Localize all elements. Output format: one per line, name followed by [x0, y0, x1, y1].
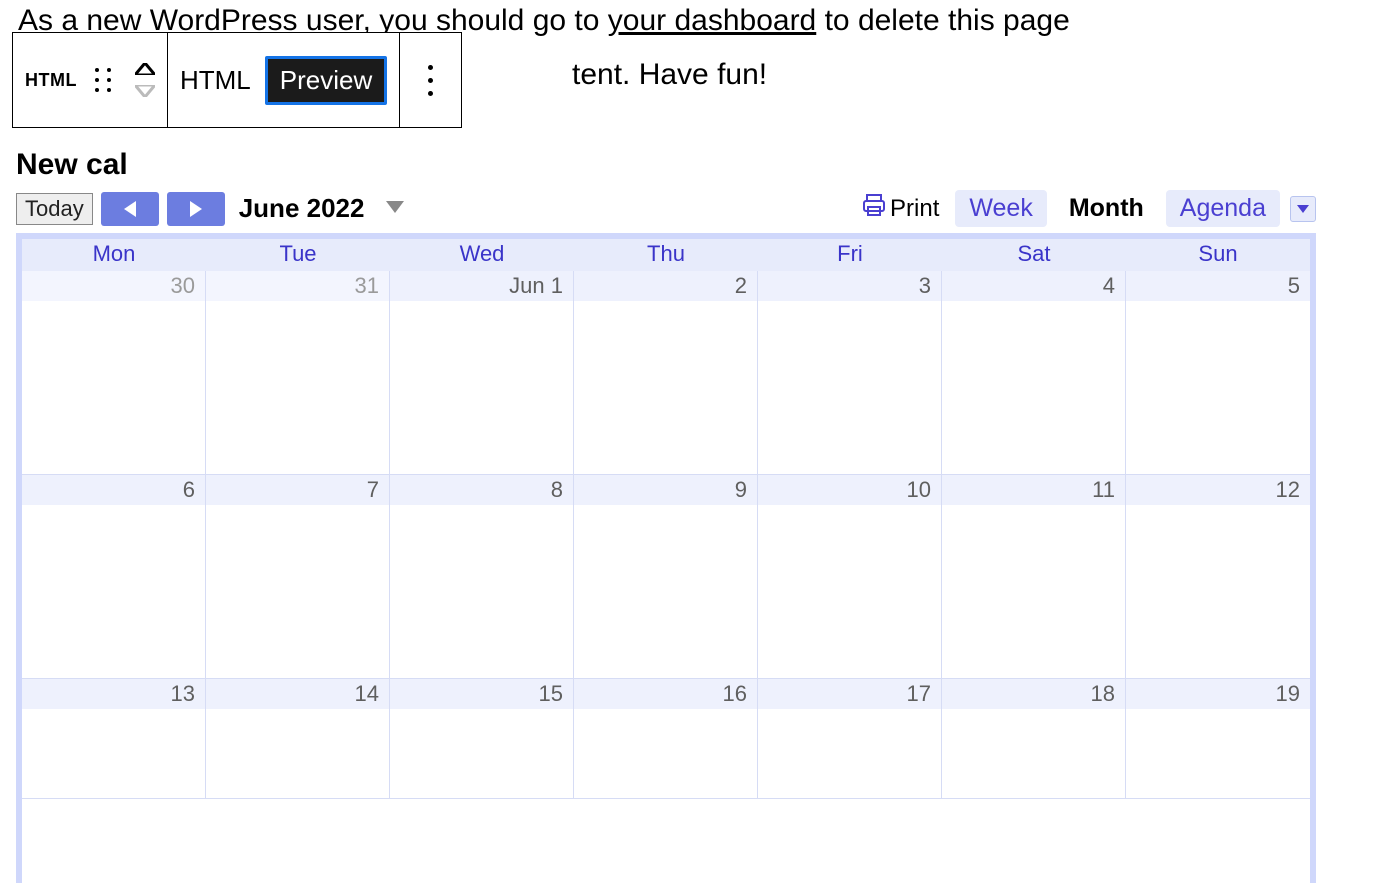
print-label: Print [890, 195, 939, 223]
calendar-grid: Mon Tue Wed Thu Fri Sat Sun 3031Jun 1234… [16, 233, 1316, 883]
date-label: 30 [22, 271, 205, 301]
date-label: 6 [22, 475, 205, 505]
move-up-icon[interactable] [135, 63, 155, 75]
calendar-cell[interactable]: 3 [758, 271, 942, 475]
calendar-cell[interactable]: Jun 1 [390, 271, 574, 475]
calendar-cell[interactable]: 10 [758, 475, 942, 679]
date-label: 5 [1126, 271, 1310, 301]
date-label: 18 [942, 679, 1125, 709]
date-label: 13 [22, 679, 205, 709]
calendar-cell[interactable]: 13 [22, 679, 206, 799]
date-label: 4 [942, 271, 1125, 301]
calendar-cell[interactable]: 2 [574, 271, 758, 475]
block-type-chip[interactable]: HTML [25, 70, 77, 91]
month-year-label: June 2022 [239, 193, 365, 224]
calendar-cell[interactable]: 12 [1126, 475, 1310, 679]
date-label: 16 [574, 679, 757, 709]
intro-text-line2: tent. Have fun! [572, 58, 767, 92]
prev-month-button[interactable] [101, 192, 159, 226]
date-label: 7 [206, 475, 389, 505]
calendar-cell[interactable]: 15 [390, 679, 574, 799]
intro-text-post: to delete this page [816, 4, 1070, 37]
drag-handle-icon[interactable] [95, 68, 111, 92]
date-label: 19 [1126, 679, 1310, 709]
date-label: 9 [574, 475, 757, 505]
day-header: Thu [574, 239, 758, 271]
date-label: 8 [390, 475, 573, 505]
printer-icon [862, 193, 886, 224]
date-label: 15 [390, 679, 573, 709]
date-label: 3 [758, 271, 941, 301]
day-header: Wed [390, 239, 574, 271]
calendar-body: 3031Jun 12345 6789101112 13141516171819 [22, 271, 1310, 883]
next-month-button[interactable] [167, 192, 225, 226]
calendar-cell[interactable]: 5 [1126, 271, 1310, 475]
calendar-cell[interactable]: 4 [942, 271, 1126, 475]
view-agenda-button[interactable]: Agenda [1166, 190, 1280, 227]
move-down-icon[interactable] [135, 85, 155, 97]
day-header: Mon [22, 239, 206, 271]
block-options-segment [400, 33, 461, 127]
block-toolbar: HTML HTML Preview [12, 32, 462, 128]
agenda-dropdown-icon[interactable] [1290, 196, 1316, 222]
calendar-cell[interactable]: 6 [22, 475, 206, 679]
day-header: Tue [206, 239, 390, 271]
calendar-title: New cal [16, 148, 1316, 182]
calendar-cell[interactable]: 30 [22, 271, 206, 475]
date-label: Jun 1 [390, 271, 573, 301]
date-label: 14 [206, 679, 389, 709]
dashboard-link[interactable]: your dashboard [608, 4, 816, 37]
date-label: 2 [574, 271, 757, 301]
today-button[interactable]: Today [16, 193, 93, 225]
day-header: Sat [942, 239, 1126, 271]
calendar-cell[interactable]: 17 [758, 679, 942, 799]
calendar-cell[interactable]: 19 [1126, 679, 1310, 799]
date-label: 31 [206, 271, 389, 301]
calendar-cell[interactable]: 31 [206, 271, 390, 475]
calendar-block: New cal Today June 2022 Print Week Mo [16, 148, 1316, 883]
month-dropdown-icon[interactable] [386, 200, 404, 218]
calendar-controls: Today June 2022 Print Week Month Agenda [16, 190, 1316, 227]
date-label: 12 [1126, 475, 1310, 505]
calendar-cell[interactable]: 16 [574, 679, 758, 799]
more-options-icon[interactable] [412, 65, 449, 96]
calendar-header-row: Mon Tue Wed Thu Fri Sat Sun [22, 239, 1310, 271]
html-mode-button[interactable]: HTML [180, 65, 251, 96]
date-label: 11 [942, 475, 1125, 505]
date-label: 17 [758, 679, 941, 709]
print-button[interactable]: Print [862, 193, 939, 224]
view-month-button[interactable]: Month [1055, 190, 1158, 227]
calendar-cell[interactable]: 7 [206, 475, 390, 679]
preview-mode-button[interactable]: Preview [265, 56, 387, 105]
calendar-cell[interactable]: 18 [942, 679, 1126, 799]
block-mode-segment: HTML Preview [168, 33, 400, 127]
calendar-cell[interactable]: 9 [574, 475, 758, 679]
date-label: 10 [758, 475, 941, 505]
calendar-cell[interactable]: 8 [390, 475, 574, 679]
day-header: Fri [758, 239, 942, 271]
view-week-button[interactable]: Week [955, 190, 1046, 227]
calendar-cell[interactable]: 11 [942, 475, 1126, 679]
move-arrows [135, 63, 155, 97]
block-type-segment: HTML [13, 33, 168, 127]
day-header: Sun [1126, 239, 1310, 271]
calendar-cell[interactable]: 14 [206, 679, 390, 799]
